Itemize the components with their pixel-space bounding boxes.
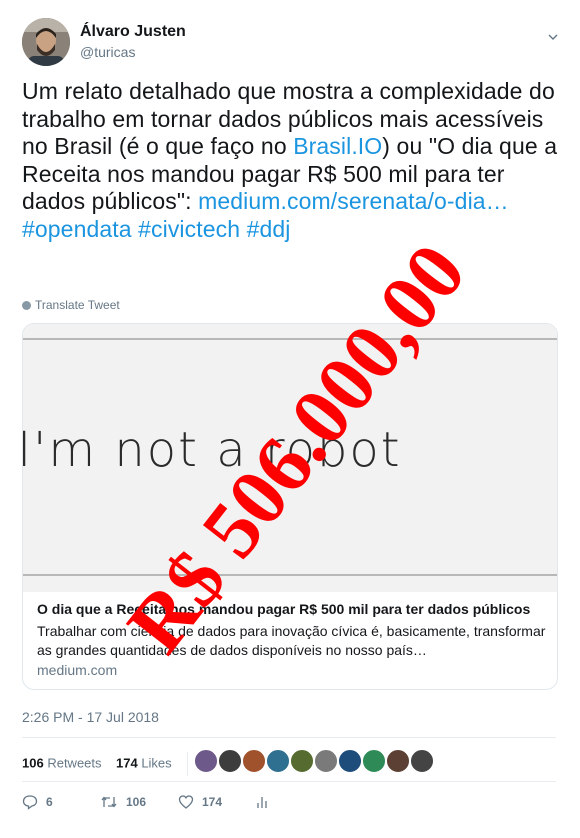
translate-label: Translate Tweet	[35, 298, 120, 312]
divider	[22, 781, 556, 782]
reply-icon	[22, 795, 38, 810]
hashtags[interactable]: #opendata #civictech #ddj	[22, 216, 290, 242]
liker-avatar[interactable]	[266, 749, 290, 773]
card-image-text: I'm not a robot	[22, 422, 402, 478]
likes-stat[interactable]: 174 Likes	[116, 755, 172, 770]
card-description: Trabalhar com ciência de dados para inov…	[37, 623, 546, 658]
author-name[interactable]: Álvaro Justen	[80, 23, 186, 41]
like-button[interactable]: 174	[178, 794, 222, 810]
translate-tweet[interactable]: Translate Tweet	[22, 298, 120, 312]
divider	[23, 574, 557, 576]
retweets-count: 106	[22, 755, 44, 771]
card-image: I'm not a robot	[23, 324, 557, 592]
likes-label: Likes	[141, 755, 172, 771]
liker-avatar[interactable]	[410, 749, 434, 773]
avatar[interactable]	[22, 18, 70, 66]
tweet-text: Um relato detalhado que mostra a complex…	[22, 78, 562, 243]
liker-avatar[interactable]	[242, 749, 266, 773]
divider	[22, 737, 556, 738]
globe-icon	[22, 301, 31, 310]
like-count: 174	[202, 795, 223, 809]
brasil-io-link[interactable]: Brasil.IO	[293, 133, 382, 159]
retweet-count: 106	[126, 795, 147, 809]
author-handle[interactable]: @turicas	[80, 44, 135, 60]
retweet-icon	[101, 796, 117, 808]
card-title: O dia que a Receita nos mandou pagar R$ …	[37, 601, 531, 617]
analytics-button[interactable]	[256, 794, 278, 810]
liker-avatar[interactable]	[314, 749, 338, 773]
likes-count: 174	[115, 755, 138, 771]
divider	[187, 752, 189, 776]
liker-avatar[interactable]	[362, 749, 386, 773]
liker-avatar[interactable]	[386, 749, 410, 773]
heart-icon	[178, 795, 194, 809]
retweets-label: Retweets	[47, 755, 102, 771]
card-domain: medium.com	[37, 662, 118, 678]
retweet-button[interactable]: 106	[100, 794, 146, 810]
timestamp[interactable]: 2:26 PM - 17 Jul 2018	[22, 709, 159, 725]
reply-button[interactable]: 6	[22, 794, 53, 810]
tweet-stats: 106 Retweets 174 Likes	[22, 752, 200, 776]
analytics-icon	[257, 797, 267, 808]
liker-avatar[interactable]	[194, 749, 218, 773]
divider	[23, 338, 557, 340]
link-card[interactable]: I'm not a robot O dia que a Receita nos …	[22, 323, 558, 690]
tweet-header: Álvaro Justen @turicas	[22, 18, 562, 68]
liker-avatar[interactable]	[290, 749, 314, 773]
liker-avatar[interactable]	[338, 749, 362, 773]
medium-link[interactable]: medium.com/serenata/o-dia…	[198, 188, 509, 214]
chevron-down-icon[interactable]	[548, 32, 558, 42]
liker-avatar[interactable]	[218, 749, 242, 773]
retweets-stat[interactable]: 106 Retweets	[22, 755, 102, 770]
reply-count: 6	[46, 795, 53, 809]
